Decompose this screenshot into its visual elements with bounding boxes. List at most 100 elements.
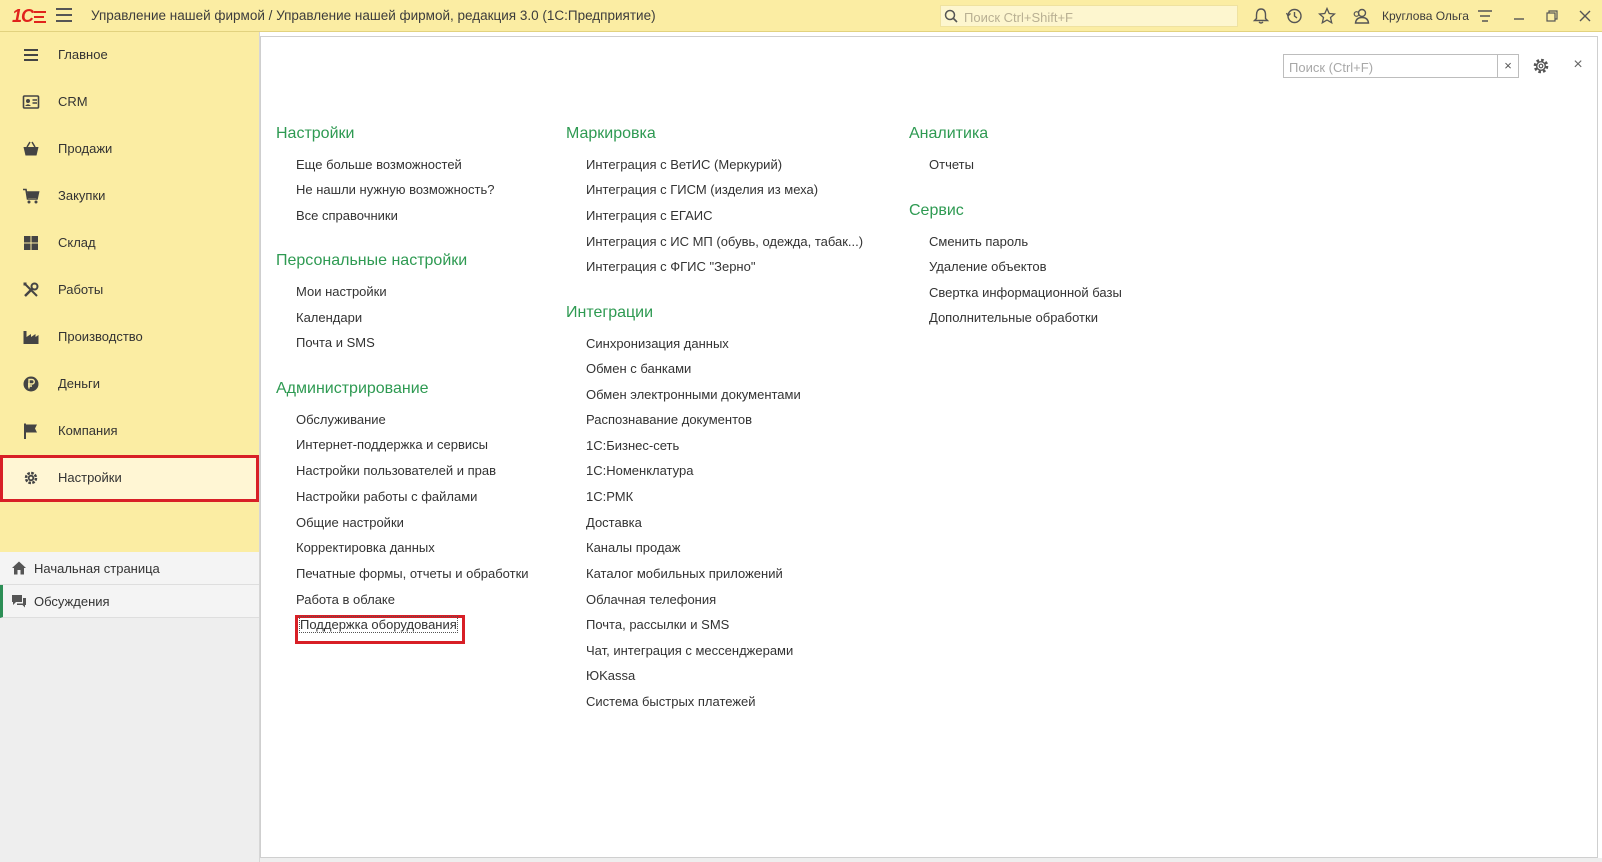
command-link[interactable]: Календари	[296, 310, 362, 325]
command-link[interactable]: Почта, рассылки и SMS	[586, 617, 729, 632]
command-link[interactable]: Интеграция с ФГИС "Зерно"	[586, 259, 755, 274]
command-link[interactable]: Дополнительные обработки	[929, 310, 1098, 325]
tools-icon	[23, 282, 39, 297]
section-main[interactable]: Главное	[0, 32, 259, 79]
star-icon[interactable]	[1318, 7, 1336, 25]
settings-gear-icon[interactable]	[1531, 56, 1551, 76]
command-link[interactable]: Доставка	[586, 515, 642, 530]
group-title-settings[interactable]: Настройки	[276, 125, 354, 143]
section-warehouse[interactable]: Склад	[0, 220, 259, 267]
app-title: Управление нашей фирмой / Управление наш…	[91, 8, 656, 23]
1c-logo: 1С	[12, 5, 48, 27]
command-link[interactable]: Обмен с банками	[586, 361, 691, 376]
group-title-personal[interactable]: Персональные настройки	[276, 252, 467, 270]
command-link[interactable]: Печатные формы, отчеты и обработки	[296, 566, 529, 581]
group-title-integrations[interactable]: Интеграции	[566, 304, 653, 322]
command-link[interactable]: ЮKassa	[586, 668, 635, 683]
discussions-link[interactable]: Обсуждения	[0, 585, 259, 618]
gear-icon	[24, 471, 38, 485]
ruble-icon	[23, 376, 39, 392]
command-link[interactable]: Интеграция с ИС МП (обувь, одежда, табак…	[586, 234, 863, 249]
cart-icon	[23, 188, 40, 204]
section-purchases[interactable]: Закупки	[0, 173, 259, 220]
minimize-icon[interactable]	[1510, 7, 1528, 25]
section-production[interactable]: Производство	[0, 314, 259, 361]
command-link[interactable]: Корректировка данных	[296, 540, 435, 555]
section-label: Закупки	[58, 188, 106, 203]
section-money[interactable]: Деньги	[0, 361, 259, 408]
home-page-label: Начальная страница	[34, 561, 160, 576]
section-company[interactable]: Компания	[0, 408, 259, 455]
section-works[interactable]: Работы	[0, 267, 259, 314]
section-label: Настройки	[58, 470, 122, 485]
command-link[interactable]: Интеграция с ГИСМ (изделия из меха)	[586, 182, 818, 197]
command-link[interactable]: Удаление объектов	[929, 259, 1047, 274]
group-title-analytics[interactable]: Аналитика	[909, 125, 988, 143]
clear-search-button[interactable]: ×	[1497, 55, 1518, 77]
menu-icon[interactable]	[56, 8, 72, 22]
close-icon[interactable]	[1576, 7, 1594, 25]
form-search-input[interactable]	[1287, 57, 1496, 77]
command-link[interactable]: Не нашли нужную возможность?	[296, 182, 494, 197]
group-title-marking[interactable]: Маркировка	[566, 125, 656, 143]
restore-icon[interactable]	[1543, 7, 1561, 25]
settings-lines-icon[interactable]	[1476, 7, 1494, 25]
command-link[interactable]: Интеграция с ВетИС (Меркурий)	[586, 157, 782, 172]
command-link[interactable]: Каналы продаж	[586, 540, 680, 555]
section-sales[interactable]: Продажи	[0, 126, 259, 173]
flag-icon	[24, 423, 37, 439]
command-link[interactable]: Каталог мобильных приложений	[586, 566, 783, 581]
group-title-service[interactable]: Сервис	[909, 202, 964, 220]
group-title-administration[interactable]: Администрирование	[276, 380, 429, 398]
command-link[interactable]: 1С:Бизнес-сеть	[586, 438, 679, 453]
sidebar: Главное CRM Продажи Закупки Склад Работы…	[0, 32, 260, 862]
command-link[interactable]: Сменить пароль	[929, 234, 1028, 249]
history-icon[interactable]	[1285, 7, 1303, 25]
command-link[interactable]: Отчеты	[929, 157, 974, 172]
section-label: Компания	[58, 423, 118, 438]
bell-icon[interactable]	[1252, 7, 1270, 25]
command-link[interactable]: Интернет-поддержка и сервисы	[296, 437, 488, 452]
settings-panel: × × Настройки Еще больше возможностей Не…	[260, 36, 1598, 858]
section-settings[interactable]: Настройки	[0, 455, 259, 502]
global-search-input[interactable]	[962, 7, 1236, 27]
discussions-label: Обсуждения	[34, 594, 110, 609]
section-label: Главное	[58, 47, 108, 62]
user-icon[interactable]	[1352, 7, 1370, 25]
command-link[interactable]: Общие настройки	[296, 515, 404, 530]
chat-icon	[12, 595, 26, 608]
command-link[interactable]: Настройки работы с файлами	[296, 489, 477, 504]
command-link[interactable]: Чат, интеграция с мессенджерами	[586, 643, 793, 658]
factory-icon	[23, 331, 39, 344]
command-link[interactable]: Настройки пользователей и прав	[296, 463, 496, 478]
command-link[interactable]: Облачная телефония	[586, 592, 716, 607]
form-close-button[interactable]: ×	[1569, 56, 1587, 74]
command-link[interactable]: Все справочники	[296, 208, 398, 223]
command-link[interactable]: Почта и SMS	[296, 335, 375, 350]
section-label: Производство	[58, 329, 143, 344]
command-link[interactable]: Синхронизация данных	[586, 336, 729, 351]
command-link[interactable]: 1С:Номенклатура	[586, 463, 693, 478]
equipment-support-link[interactable]: Поддержка оборудования	[299, 616, 458, 633]
command-link[interactable]: Интеграция с ЕГАИС	[586, 208, 712, 223]
section-label: Деньги	[58, 376, 100, 391]
command-link[interactable]: Обслуживание	[296, 412, 386, 427]
user-name[interactable]: Круглова Ольга	[1382, 9, 1469, 23]
command-link[interactable]: Работа в облаке	[296, 592, 395, 607]
sections-panel: Главное CRM Продажи Закупки Склад Работы…	[0, 32, 259, 552]
global-search-box[interactable]	[940, 5, 1238, 27]
home-page-link[interactable]: Начальная страница	[0, 552, 259, 585]
command-link[interactable]: Обмен электронными документами	[586, 387, 801, 402]
command-link[interactable]: Еще больше возможностей	[296, 157, 462, 172]
command-link[interactable]: Система быстрых платежей	[586, 694, 756, 709]
basket-icon	[23, 141, 39, 156]
command-link[interactable]: 1С:РМК	[586, 489, 633, 504]
home-icon	[12, 561, 26, 575]
section-label: CRM	[58, 94, 88, 109]
command-link[interactable]: Мои настройки	[296, 284, 387, 299]
form-search-box[interactable]: ×	[1283, 54, 1519, 78]
section-label: Продажи	[58, 141, 113, 156]
section-crm[interactable]: CRM	[0, 79, 259, 126]
command-link[interactable]: Свертка информационной базы	[929, 285, 1122, 300]
command-link[interactable]: Распознавание документов	[586, 412, 752, 427]
